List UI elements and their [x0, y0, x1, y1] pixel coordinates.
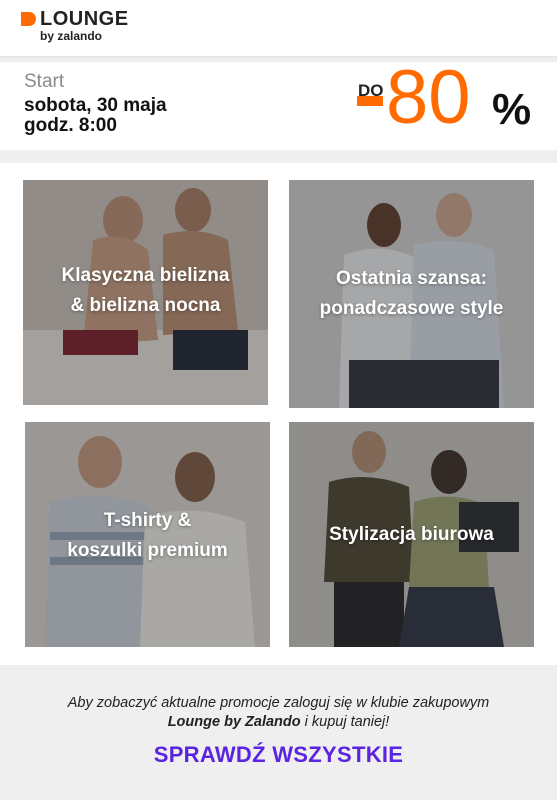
category-tile-last-chance[interactable]: Ostatnia szansa: ponadczasowe style: [289, 180, 534, 408]
category-tile-underwear[interactable]: Klasyczna bielizna & bielizna nocna: [23, 180, 268, 405]
notice-rest: i kupuj taniej!: [300, 714, 390, 730]
logo-subtitle: by zalando: [40, 29, 103, 43]
see-all-button[interactable]: SPRAWDŹ WSZYSTKIE: [0, 742, 557, 768]
category-title-line2: & bielizna nocna: [70, 295, 221, 316]
category-title-line2: koszulki premium: [67, 540, 228, 561]
login-notice-line1: Aby zobaczyć aktualne promocje zaloguj s…: [67, 695, 490, 711]
promo-unit: %: [492, 85, 532, 134]
category-grid: Klasyczna bielizna & bielizna nocna Osta…: [0, 163, 557, 665]
category-title-line1: Ostatnia szansa:: [336, 268, 487, 289]
category-title-line1: T-shirty &: [103, 510, 192, 531]
category-tile-tshirts[interactable]: T-shirty & koszulki premium: [25, 422, 270, 647]
login-notice-line2: Lounge by Zalando i kupuj taniej!: [0, 713, 557, 732]
start-date: sobota, 30 maja: [24, 95, 167, 116]
category-title-line2: ponadczasowe style: [319, 298, 504, 319]
category-title: Stylizacja biurowa: [289, 520, 534, 550]
logo-name: LOUNGE: [40, 8, 129, 30]
category-title: Ostatnia szansa: ponadczasowe style: [289, 264, 534, 324]
login-notice: Aby zobaczyć aktualne promocje zaloguj s…: [0, 694, 557, 732]
promo-value: 80: [386, 55, 471, 140]
category-title-line1: Klasyczna bielizna: [61, 265, 230, 286]
category-tile-office[interactable]: Stylizacja biurowa: [289, 422, 534, 647]
header: LOUNGE by zalando: [0, 0, 557, 56]
category-title-line1: Stylizacja biurowa: [329, 524, 494, 545]
promo-minus-sign: [357, 96, 383, 106]
category-title: T-shirty & koszulki premium: [25, 506, 270, 566]
start-label: Start: [24, 71, 65, 92]
footer: Aby zobaczyć aktualne promocje zaloguj s…: [0, 680, 557, 800]
notice-brand-link: Lounge by Zalando: [167, 714, 301, 730]
lounge-logo-icon: [21, 12, 36, 26]
sale-banner: Start sobota, 30 maja godz. 8:00 DO 80 %: [0, 55, 557, 150]
start-time: godz. 8:00: [24, 115, 117, 136]
category-title: Klasyczna bielizna & bielizna nocna: [23, 261, 268, 321]
